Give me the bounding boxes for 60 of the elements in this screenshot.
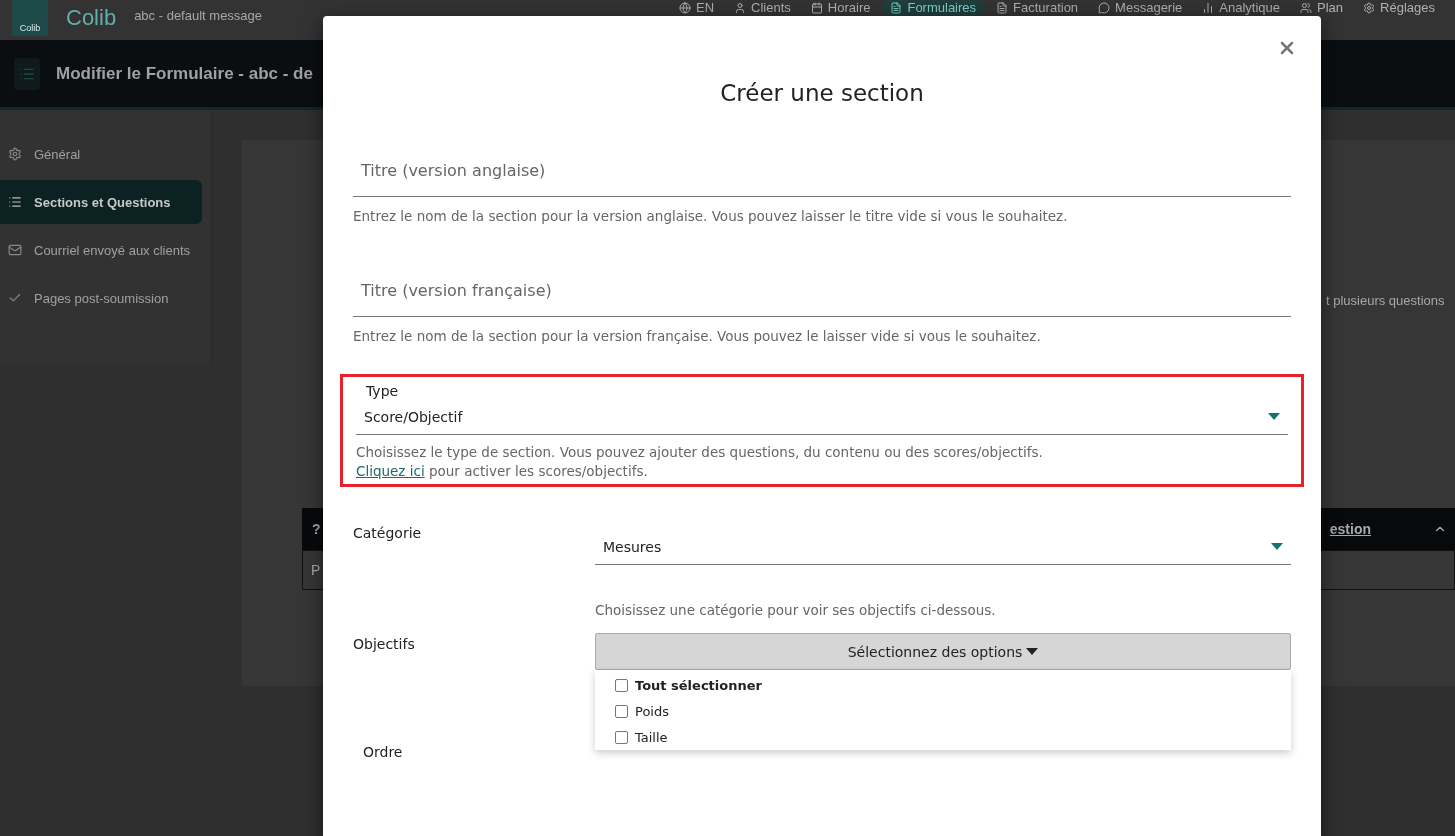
list-icon [8,195,22,209]
nav-item[interactable]: Horaire [802,0,879,15]
nav-item[interactable]: Analytique [1194,0,1289,15]
field-label: Objectifs [353,636,416,654]
nav-item[interactable]: Clients [726,0,799,15]
help-text: Entrez le nom de la section pour la version française. Vous pouvez le laisser vide si vous le souhaitez. [353,327,1042,346]
field-label: Ordre [362,744,404,760]
caret-icon [1271,543,1283,550]
sidebar-item[interactable]: Sections et Questions [0,180,202,224]
brand-name: Colib [66,5,117,31]
type-select[interactable]: Score/Objectif [356,399,1288,435]
column-header[interactable]: ? [312,521,321,537]
logo[interactable]: Colib [12,0,48,36]
page-title: Modifier le Formulaire - abc - de [56,63,313,84]
input-field[interactable]: Titre (version anglaise) [353,144,1291,197]
option-item[interactable]: Tout sélectionner [595,672,1291,698]
help-text: Choisissez une catégorie pour voir ses objectifs ci-dessous. [595,601,997,620]
checkbox[interactable] [615,730,628,744]
field-label: Type [365,383,400,399]
table-cell: P [311,562,321,578]
nav-item[interactable]: Plan [1292,0,1352,15]
options-button[interactable]: Sélectionnez des options [595,633,1291,670]
chat-icon [1098,1,1111,14]
nav-item[interactable]: Messagerie [1090,0,1191,15]
checkbox[interactable] [615,678,628,692]
category-select[interactable]: Mesures [595,529,1291,565]
field-label: Catégorie [353,525,423,543]
nav-item[interactable]: Facturation [988,0,1087,15]
people-icon [1300,1,1313,14]
calendar-icon [810,1,823,14]
form-icon [14,57,40,90]
input-field[interactable]: Titre (version française) [353,264,1291,317]
option-item[interactable]: Taille [595,724,1291,750]
sidebar-item[interactable]: Pages post-soumission [0,276,202,320]
header-message: abc - default message [134,8,263,23]
check-icon [8,291,22,305]
sidebar-item[interactable]: Général [0,132,202,176]
caret-icon [1026,648,1039,655]
document-icon [996,1,1009,14]
help-text: Cliquez ici pour activer les scores/objectifs. [356,462,649,481]
nav-item[interactable]: Formulaires [882,0,985,15]
checkbox[interactable] [615,704,628,718]
mail-icon [8,243,22,257]
document-icon [890,1,903,14]
nav-item[interactable]: Réglages [1355,0,1443,15]
enable-link[interactable]: Cliquez ici [356,463,425,479]
modal-title: Créer une section [719,80,925,106]
chart-icon [1202,1,1215,14]
help-text: Choisissez le type de section. Vous pouvez ajouter des questions, du contenu ou des scores/objectifs. [356,443,1044,462]
user-icon [734,1,747,14]
help-text: Entrez le nom de la section pour la version anglaise. Vous pouvez laisser le titre vide si vous le souhaitez. [353,207,1069,226]
caret-icon [1268,413,1280,420]
sidebar-item[interactable]: Courriel envoyé aux clients [0,228,202,272]
column-header[interactable]: estion [1329,521,1371,537]
settings-icon [8,147,22,161]
settings-icon [1363,1,1376,14]
globe-icon [679,1,691,14]
intro-text: t plusieurs questions [1326,293,1446,308]
option-item[interactable]: Poids [595,698,1291,724]
nav-item[interactable]: EN [671,0,723,15]
